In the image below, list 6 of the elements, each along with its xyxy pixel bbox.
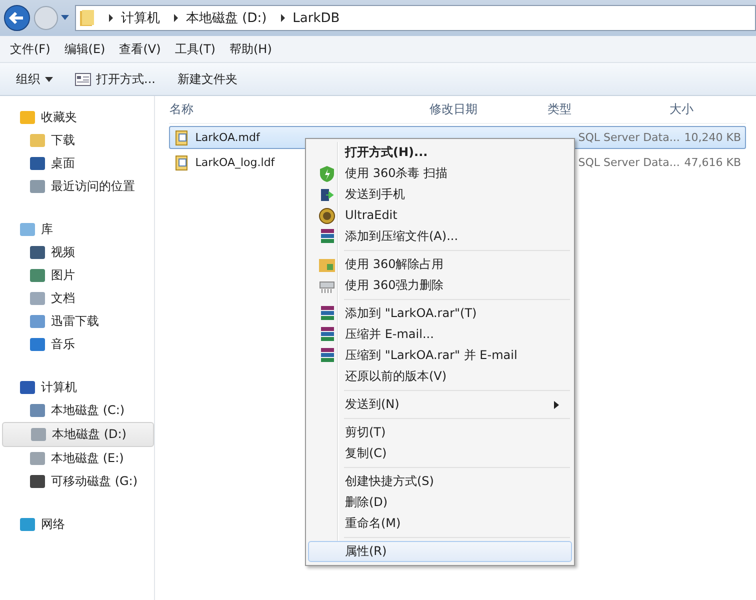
- file-type: SQL Server Data...: [578, 131, 681, 144]
- file-size: 47,616 KB: [684, 156, 742, 169]
- file-name: LarkOA.mdf: [195, 131, 260, 144]
- file-type: SQL Server Data...: [578, 156, 681, 169]
- file-name: LarkOA_log.ldf: [195, 156, 275, 169]
- file-size: 10,240 KB: [684, 131, 742, 144]
